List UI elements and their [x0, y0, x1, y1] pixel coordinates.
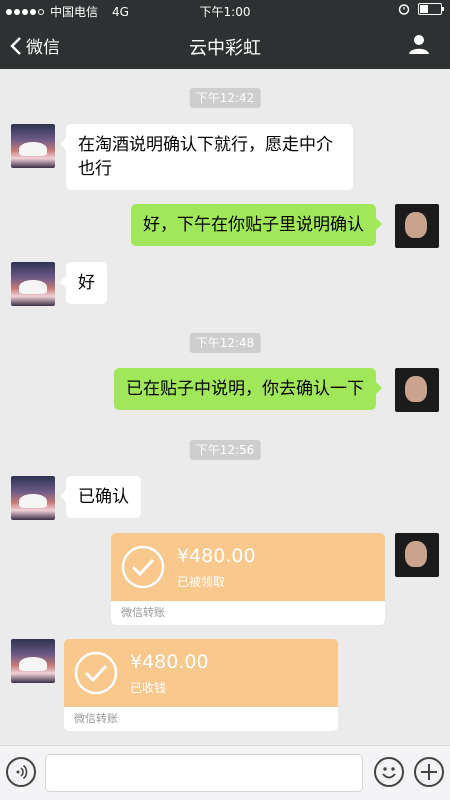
status-bar: 中国电信 4G 下午1:00	[0, 0, 450, 22]
transfer-card-top: ¥480.00 已被领取	[111, 533, 385, 601]
chat-title: 云中彩虹	[189, 38, 261, 59]
emoji-button[interactable]	[374, 757, 404, 787]
message-incoming[interactable]: 好	[60, 262, 107, 304]
plus-icon	[421, 764, 437, 780]
profile-button[interactable]	[408, 33, 430, 59]
message-input[interactable]	[45, 754, 363, 792]
transfer-amount: ¥480.00	[177, 545, 256, 567]
my-avatar[interactable]	[395, 204, 439, 248]
alarm-icon	[398, 4, 410, 15]
message-incoming[interactable]: 在淘酒说明确认下就行，愿走中介也行	[60, 124, 353, 190]
voice-button[interactable]	[6, 757, 36, 787]
my-avatar[interactable]	[395, 533, 439, 577]
transfer-label: 微信转账	[64, 707, 338, 731]
check-circle-icon	[121, 545, 165, 589]
nav-bar: 微信 云中彩虹	[0, 22, 450, 69]
transfer-amount: ¥480.00	[130, 651, 209, 673]
input-bar	[0, 745, 450, 800]
contact-avatar[interactable]	[11, 124, 55, 168]
status-icons	[398, 3, 444, 15]
transfer-label: 微信转账	[111, 601, 385, 625]
more-button[interactable]	[414, 757, 444, 787]
timestamp: 下午12:56	[189, 440, 261, 460]
contact-avatar[interactable]	[11, 639, 55, 683]
chat-area[interactable]: 下午12:42 在淘酒说明确认下就行，愿走中介也行 好，下午在你贴子里说明确认 …	[0, 69, 450, 745]
my-avatar[interactable]	[395, 368, 439, 412]
transfer-status: 已被领取	[177, 575, 226, 589]
check-circle-icon	[74, 651, 118, 695]
message-outgoing[interactable]: 已在贴子中说明，你去确认一下	[114, 368, 382, 410]
transfer-card-top: ¥480.00 已收钱	[64, 639, 338, 707]
battery-icon	[418, 3, 444, 15]
person-icon	[409, 35, 429, 54]
transfer-card[interactable]: ¥480.00 已收钱 微信转账	[64, 639, 338, 731]
emoji-icon	[382, 767, 396, 779]
timestamp: 下午12:48	[189, 333, 261, 353]
contact-avatar[interactable]	[11, 476, 55, 520]
voice-icon	[16, 764, 28, 780]
transfer-card[interactable]: ¥480.00 已被领取 微信转账	[111, 533, 385, 625]
message-outgoing[interactable]: 好，下午在你贴子里说明确认	[131, 204, 382, 246]
transfer-status: 已收钱	[130, 681, 167, 695]
status-time: 下午1:00	[199, 5, 251, 19]
message-incoming[interactable]: 已确认	[60, 476, 141, 518]
timestamp: 下午12:42	[189, 88, 261, 108]
contact-avatar[interactable]	[11, 262, 55, 306]
